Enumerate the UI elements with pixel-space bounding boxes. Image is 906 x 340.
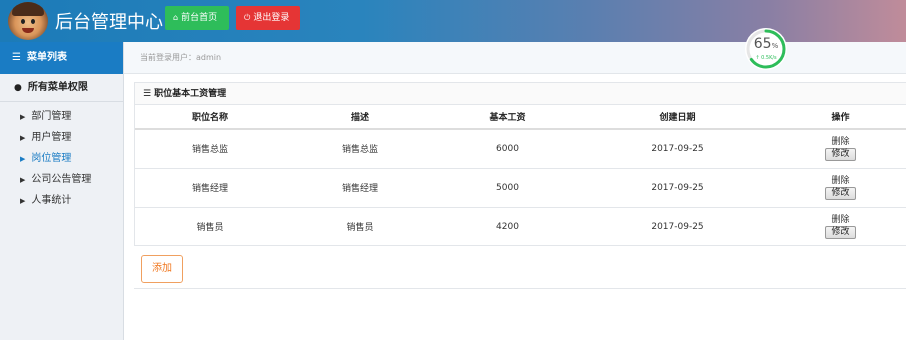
edit-button[interactable]: 修改 — [825, 225, 856, 239]
position-name-cell: 销售员 — [196, 223, 224, 234]
gauge-percent-value: 65 — [753, 36, 772, 52]
sidebar-item-hr-stats[interactable]: ▶ 人事统计 — [0, 190, 123, 211]
info-bar: 当前登录用户：admin 65% ↑ 0.5K/s — [124, 28, 906, 74]
power-icon: ⏻ — [244, 13, 251, 22]
sidebar-header: ☰ 菜单列表 — [0, 42, 123, 74]
salary-cell: 5000 — [435, 168, 580, 208]
table-row: 销售员 销售员 4200 2017-09-25 删除 修改 — [135, 207, 906, 246]
home-icon: ⌂ — [173, 13, 179, 22]
caret-right-icon: ▶ — [20, 113, 26, 121]
sidebar-item-label: 人事统计 — [31, 195, 72, 206]
sidebar-section[interactable]: ● 所有菜单权限 — [0, 74, 123, 102]
created-date-cell: 2017-09-25 — [651, 221, 704, 232]
sidebar-header-label: 菜单列表 — [26, 52, 67, 63]
salary-table: 职位名称 描述 基本工资 创建日期 操作 销售总监 销售总监 6000 2017… — [135, 105, 906, 246]
column-header: 操作 — [775, 105, 906, 130]
created-date-cell: 2017-09-25 — [580, 129, 775, 169]
sidebar-item-positions[interactable]: ▶ 岗位管理 — [0, 148, 123, 169]
column-header: 职位名称 — [135, 105, 285, 130]
position-salary-panel: ☰ 职位基本工资管理 职位名称 描述 基本工资 创建日期 操作 销售总监 销售总监… — [134, 82, 906, 246]
table-header-row: 职位名称 描述 基本工资 创建日期 操作 — [135, 105, 906, 130]
current-user-text: 当前登录用户：admin — [140, 53, 222, 62]
gauge-speed: ↑ 0.5K/s — [755, 55, 777, 61]
description-cell: 销售员 — [346, 223, 374, 234]
caret-right-icon: ▶ — [20, 134, 26, 142]
panel-title-label: 职位基本工资管理 — [154, 89, 227, 99]
menu-icon: ☰ — [143, 89, 152, 99]
sidebar-item-label: 用户管理 — [31, 132, 72, 143]
app-title: 后台管理中心 — [55, 12, 163, 33]
logout-button[interactable]: ⏻ 退出登录 — [236, 6, 300, 30]
actions-cell: 删除 修改 — [775, 207, 906, 246]
sidebar-item-users[interactable]: ▶ 用户管理 — [0, 127, 123, 148]
sidebar: ☰ 菜单列表 ● 所有菜单权限 ▶ 部门管理 ▶ 用户管理 ▶ 岗位管理 ▶ 公司公告管理 … — [0, 42, 124, 340]
panel-title: ☰ 职位基本工资管理 — [135, 83, 906, 105]
sidebar-item-announcements[interactable]: ▶ 公司公告管理 — [0, 169, 123, 190]
salary-cell: 4200 — [496, 221, 519, 232]
home-button[interactable]: ⌂ 前台首页 — [165, 6, 229, 30]
divider — [134, 288, 906, 289]
caret-right-icon: ▶ — [20, 176, 26, 184]
column-header: 基本工资 — [435, 105, 580, 130]
add-button[interactable]: 添加 — [141, 255, 183, 283]
logo-avatar — [8, 2, 48, 40]
edit-button[interactable]: 修改 — [825, 186, 856, 200]
sidebar-section-label: 所有菜单权限 — [27, 82, 88, 93]
home-button-label: 前台首页 — [181, 13, 218, 23]
description-cell: 销售总监 — [285, 129, 435, 169]
speed-gauge[interactable]: 65% ↑ 0.5K/s — [745, 28, 787, 70]
caret-right-icon: ▶ — [20, 155, 26, 163]
delete-link[interactable]: 删除 — [775, 176, 906, 186]
position-name-cell: 销售经理 — [135, 168, 285, 208]
delete-link[interactable]: 删除 — [775, 137, 906, 147]
position-name-cell: 销售总监 — [135, 129, 285, 169]
sidebar-item-department[interactable]: ▶ 部门管理 — [0, 106, 123, 127]
gauge-percent: 65% — [745, 36, 787, 52]
table-row: 销售总监 销售总监 6000 2017-09-25 删除 修改 — [135, 129, 906, 169]
table-row: 销售经理 销售经理 5000 2017-09-25 删除 修改 — [135, 168, 906, 208]
sidebar-item-label: 部门管理 — [31, 111, 72, 122]
caret-right-icon: ▶ — [20, 197, 26, 205]
delete-link[interactable]: 删除 — [775, 215, 906, 225]
actions-cell: 删除 修改 — [775, 168, 906, 208]
salary-cell: 6000 — [435, 129, 580, 169]
created-date-cell: 2017-09-25 — [580, 168, 775, 208]
column-header: 描述 — [285, 105, 435, 130]
description-cell: 销售经理 — [285, 168, 435, 208]
column-header: 创建日期 — [580, 105, 775, 130]
list-icon: ☰ — [12, 52, 21, 63]
actions-cell: 删除 修改 — [775, 129, 906, 169]
sidebar-item-label: 公司公告管理 — [31, 174, 92, 185]
user-icon: ● — [14, 83, 22, 93]
logout-button-label: 退出登录 — [253, 13, 290, 23]
edit-button[interactable]: 修改 — [825, 147, 856, 161]
gauge-percent-unit: % — [771, 42, 779, 50]
sidebar-item-label: 岗位管理 — [31, 153, 72, 164]
